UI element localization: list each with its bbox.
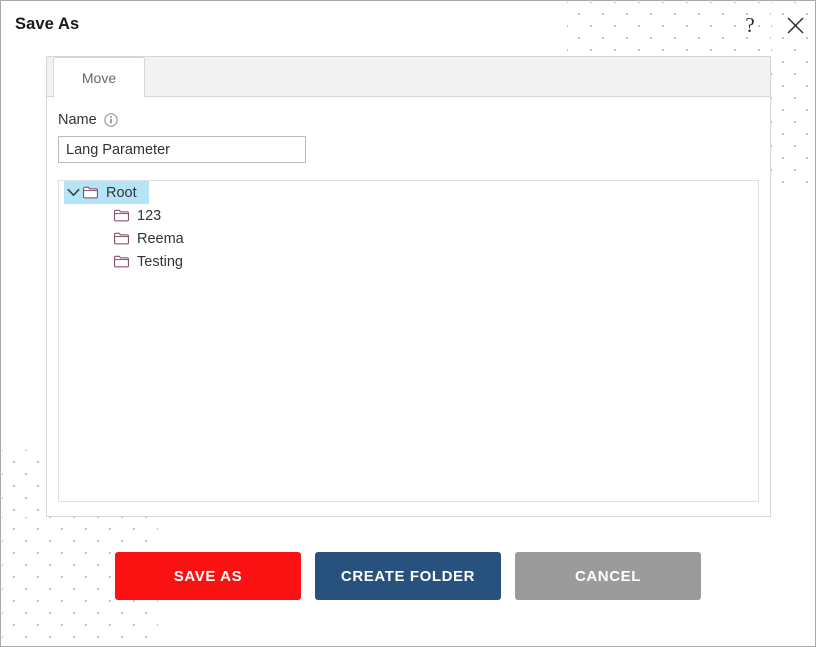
- save-as-button[interactable]: SAVE AS: [115, 552, 301, 600]
- tree-row[interactable]: Root: [64, 181, 149, 204]
- dialog-titlebar: Save As ?: [2, 2, 815, 48]
- dialog-content-panel: Move Name Root123 Reema Testing: [46, 56, 771, 517]
- create-folder-button[interactable]: CREATE FOLDER: [315, 552, 501, 600]
- name-input[interactable]: [58, 136, 306, 163]
- dot-pattern-background: [2, 450, 47, 646]
- page-title: Save As: [15, 15, 80, 33]
- folder-icon: [82, 186, 99, 199]
- folder-icon: [113, 209, 130, 222]
- save-as-dialog-window: Save As ? Move Name Lang Parameter Root …: [0, 0, 816, 647]
- tab-move-label: Move: [81, 69, 117, 86]
- dialog-button-bar: SAVE AS CREATE FOLDER CANCEL: [115, 552, 701, 600]
- close-icon: [787, 17, 803, 33]
- tab-move[interactable]: Move: [53, 57, 145, 98]
- question-mark-icon: ?: [745, 12, 755, 37]
- tree-row-label: Root: [106, 184, 137, 201]
- help-button[interactable]: ?: [737, 12, 763, 38]
- folder-icon: [113, 232, 130, 245]
- tree-row-label: Testing: [137, 253, 183, 270]
- name-field-label-row: Name: [58, 112, 118, 128]
- tree-row-label: 123: [137, 207, 162, 224]
- tree-row[interactable]: Testing: [95, 250, 195, 273]
- close-button[interactable]: [782, 12, 808, 38]
- chevron-down-icon[interactable]: [64, 188, 82, 197]
- folder-icon: [113, 255, 130, 268]
- tab-strip: Move: [47, 57, 770, 98]
- form-body: Name Root123 Reema Testing: [47, 98, 770, 516]
- name-label: Name: [58, 112, 97, 128]
- tree-row[interactable]: Reema: [95, 227, 196, 250]
- folder-tree-panel[interactable]: Root 123 Reema Testing: [58, 180, 759, 502]
- tree-row-label: Reema: [137, 230, 184, 247]
- cancel-button[interactable]: CANCEL: [515, 552, 701, 600]
- folder-tree-list: Root 123 Reema Testing: [59, 181, 758, 273]
- info-icon[interactable]: [103, 113, 118, 127]
- tree-row[interactable]: 123: [95, 204, 173, 227]
